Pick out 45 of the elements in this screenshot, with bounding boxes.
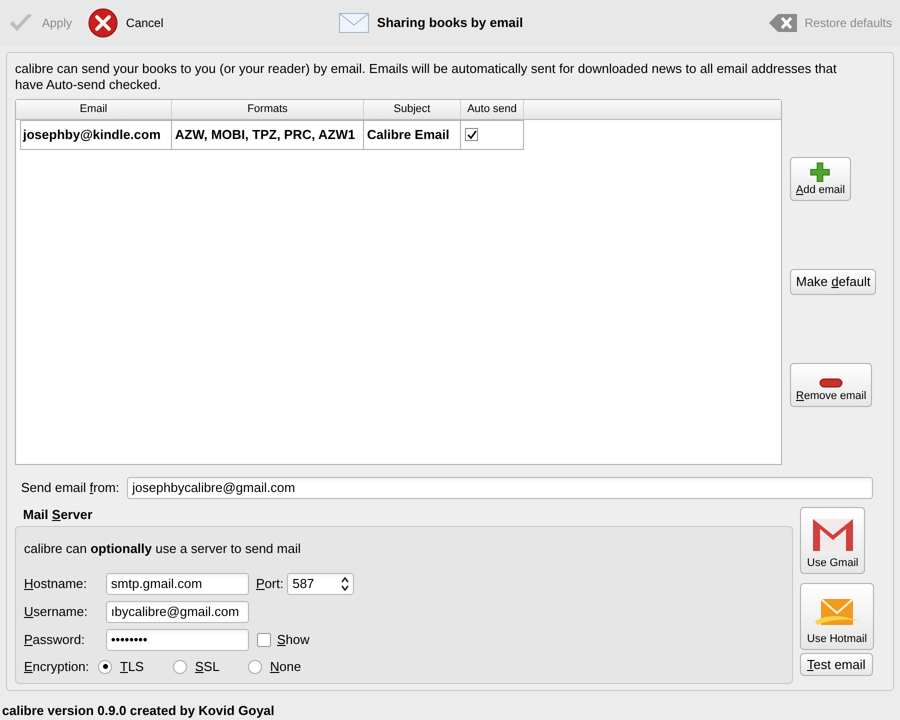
- page-title: Sharing books by email: [377, 14, 523, 32]
- envelope-icon: [339, 12, 370, 33]
- field-label: Username:: [24, 603, 89, 622]
- send-from-field[interactable]: josephbycalibre@gmail.com: [127, 476, 874, 499]
- table-cell: Calibre Email: [364, 120, 461, 150]
- field-label: Password:: [24, 631, 86, 650]
- mail-server-intro: calibre can optionally use a server to send mail: [24, 540, 302, 558]
- field-label: Hostname:: [24, 575, 88, 594]
- radio-button[interactable]: [248, 660, 262, 674]
- show-checkbox[interactable]: [257, 632, 271, 647]
- clear-icon: [768, 12, 797, 33]
- column-header[interactable]: Auto send: [461, 100, 524, 119]
- version-footer: calibre version 0.9.0 created by Kovid Goyal: [2, 700, 900, 720]
- hostname-field[interactable]: smtp.gmail.com: [106, 572, 249, 595]
- cancel-button[interactable]: Cancel: [88, 8, 164, 38]
- add-email-button[interactable]: Add email: [790, 156, 851, 201]
- radio-label: TLS: [120, 658, 144, 676]
- use-hotmail-button[interactable]: Use Hotmail: [800, 582, 874, 650]
- column-header[interactable]: Formats: [172, 100, 364, 119]
- column-header[interactable]: Subject: [364, 100, 461, 119]
- checkbox-label: Show: [277, 631, 310, 650]
- table-cell: AZW, MOBI, TPZ, PRC, AZW1: [172, 120, 364, 150]
- port-spinbox[interactable]: 587: [287, 572, 354, 595]
- radio-label: None: [270, 658, 302, 676]
- field-label: Port:: [256, 575, 284, 594]
- make-default-button[interactable]: Make default: [790, 269, 876, 295]
- username-field[interactable]: ıbycalibre@gmail.com: [106, 600, 249, 623]
- use-gmail-button[interactable]: Use Gmail: [800, 506, 866, 574]
- table-cell: josephby@kindle.com: [20, 120, 172, 150]
- radio-label: SSL: [195, 658, 220, 676]
- radio-button[interactable]: [173, 660, 187, 674]
- test-email-button[interactable]: Test email: [800, 652, 873, 676]
- password-field[interactable]: ••••••••: [106, 628, 249, 651]
- field-label: Send email from:: [21, 479, 120, 498]
- auto-send-checkbox[interactable]: [465, 128, 478, 142]
- intro-text: calibre can send your books to you (or your reader) by email. Emails will be automatically sent for downloaded news to all email addresses that have Auto-send checked.: [15, 60, 838, 93]
- stepper-icon: [341, 576, 350, 591]
- remove-email-button[interactable]: Remove email: [790, 362, 872, 407]
- minus-icon: [819, 378, 844, 388]
- close-icon: [88, 8, 118, 38]
- field-label: Encryption:: [24, 658, 90, 676]
- mail-server-heading: Mail Server: [23, 506, 94, 524]
- plus-icon: [809, 162, 832, 182]
- column-header[interactable]: Email: [16, 100, 172, 119]
- radio-button[interactable]: [98, 660, 112, 674]
